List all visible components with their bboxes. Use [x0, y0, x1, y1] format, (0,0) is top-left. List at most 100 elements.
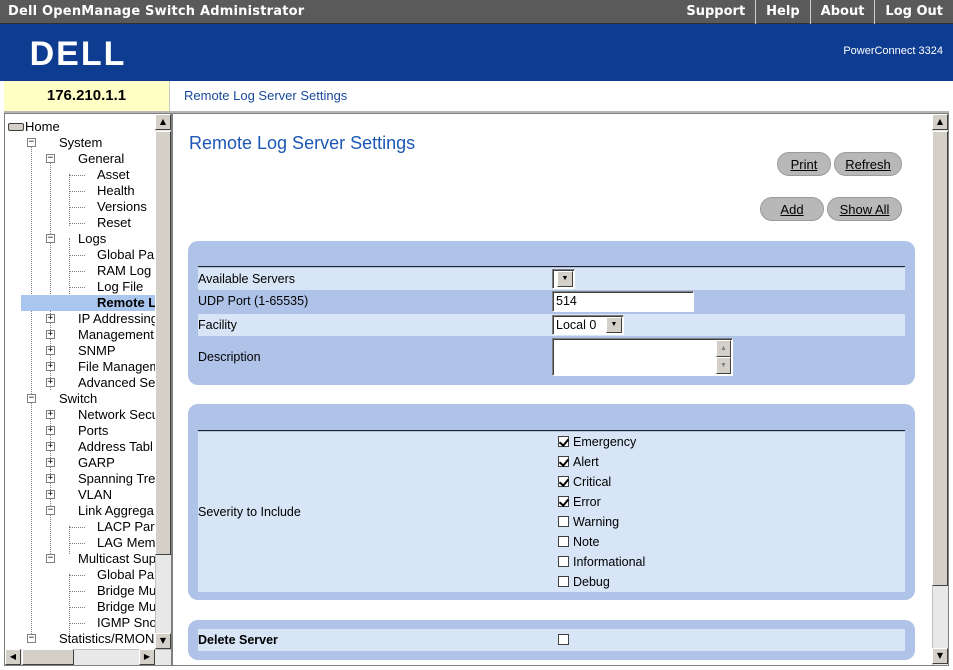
expand-icon[interactable]: +: [46, 378, 55, 387]
tree-item-label: IGMP Sno: [97, 615, 157, 630]
content-scroll-thumb[interactable]: [932, 131, 948, 586]
tree-vertical-scrollbar[interactable]: ▲ ▼: [155, 114, 171, 650]
expand-icon[interactable]: +: [46, 458, 55, 467]
tree-item[interactable]: Network Secu: [78, 407, 159, 423]
tree-item[interactable]: Address Tabl: [78, 439, 153, 455]
tree-item[interactable]: RAM Log: [97, 263, 151, 279]
facility-select[interactable]: Local 0 ▼: [552, 315, 624, 335]
facility-row: Facility Local 0 ▼: [198, 314, 905, 336]
expand-icon[interactable]: +: [46, 410, 55, 419]
tree-item[interactable]: VLAN: [78, 487, 112, 503]
delete-server-checkbox-wrap: [558, 630, 573, 650]
tree-item[interactable]: General: [78, 151, 124, 167]
tree-item-label: Advanced Se: [78, 375, 156, 390]
tree-item-label: Global Pa: [97, 247, 155, 262]
scroll-up-icon[interactable]: ▲: [932, 114, 948, 130]
tree-item[interactable]: Link Aggrega: [78, 503, 154, 519]
tree-item[interactable]: Advanced Se: [78, 375, 155, 391]
tree-item[interactable]: IP Addressing: [78, 311, 158, 327]
severity-checkbox[interactable]: [558, 456, 569, 468]
tree-item[interactable]: Multicast Sup: [78, 551, 156, 567]
expand-icon[interactable]: +: [46, 346, 55, 355]
collapse-icon[interactable]: −: [46, 506, 55, 515]
tree-item[interactable]: Reset: [97, 215, 131, 231]
delete-server-checkbox[interactable]: [558, 634, 569, 646]
expand-icon[interactable]: +: [46, 426, 55, 435]
tree-item[interactable]: Home: [8, 119, 60, 135]
tree-item[interactable]: Spanning Tre: [78, 471, 155, 487]
tree-item[interactable]: Global Pa: [97, 567, 154, 583]
severity-checkbox[interactable]: [558, 496, 569, 508]
expand-icon[interactable]: +: [46, 330, 55, 339]
severity-checkbox[interactable]: [558, 556, 569, 568]
tree-item[interactable]: File Managem: [78, 359, 160, 375]
udp-port-input[interactable]: 514: [552, 291, 694, 312]
tree-item[interactable]: Switch: [59, 391, 97, 407]
scroll-down-icon[interactable]: ▼: [716, 357, 731, 374]
severity-checkbox[interactable]: [558, 436, 569, 448]
severity-checkbox[interactable]: [558, 536, 569, 548]
expand-icon[interactable]: +: [46, 490, 55, 499]
tree-item[interactable]: Management: [78, 327, 154, 343]
tree-item[interactable]: Ports: [78, 423, 108, 439]
tree-item[interactable]: Asset: [97, 167, 130, 183]
description-input[interactable]: ▲ ▼: [552, 338, 733, 376]
tree-item[interactable]: Versions: [97, 199, 147, 215]
expand-icon[interactable]: +: [46, 474, 55, 483]
tree-connector: [69, 607, 85, 608]
collapse-icon[interactable]: −: [27, 138, 36, 147]
add-button[interactable]: Add: [760, 197, 824, 221]
scroll-up-icon[interactable]: ▲: [716, 340, 731, 357]
tree-connector: [69, 543, 85, 544]
tree-item[interactable]: Logs: [78, 231, 106, 247]
scroll-down-icon[interactable]: ▼: [155, 633, 171, 649]
scroll-up-icon[interactable]: ▲: [155, 114, 171, 130]
tree-item[interactable]: Health: [97, 183, 135, 199]
tree-item[interactable]: Bridge Mu: [97, 583, 156, 599]
delete-server-row: Delete Server: [198, 629, 905, 651]
severity-label: Severity to Include: [198, 505, 301, 519]
tree-item[interactable]: IGMP Sno: [97, 615, 157, 631]
refresh-button[interactable]: Refresh: [834, 152, 902, 176]
severity-checkbox[interactable]: [558, 576, 569, 588]
severity-checkbox[interactable]: [558, 516, 569, 528]
tree-hscroll-thumb[interactable]: [22, 649, 74, 665]
collapse-icon[interactable]: −: [27, 394, 36, 403]
tree-item[interactable]: System: [59, 135, 102, 151]
expand-icon[interactable]: +: [46, 362, 55, 371]
about-link[interactable]: About: [809, 0, 875, 24]
tree-item[interactable]: SNMP: [78, 343, 116, 359]
content-vertical-scrollbar[interactable]: ▲ ▼: [932, 114, 948, 665]
collapse-icon[interactable]: −: [46, 554, 55, 563]
expand-icon[interactable]: +: [46, 314, 55, 323]
tree-connector: [69, 591, 85, 592]
tree-item[interactable]: Statistics/RMON: [59, 631, 154, 647]
collapse-icon[interactable]: −: [46, 234, 55, 243]
collapse-icon[interactable]: −: [27, 634, 36, 643]
tree-item[interactable]: LAG Mem: [97, 535, 156, 551]
severity-checkbox[interactable]: [558, 476, 569, 488]
scroll-left-icon[interactable]: ◀: [5, 649, 21, 665]
log-out-link[interactable]: Log Out: [874, 0, 953, 24]
support-link[interactable]: Support: [676, 0, 755, 24]
tree-item[interactable]: Global Pa: [97, 247, 154, 263]
expand-icon[interactable]: +: [46, 442, 55, 451]
tree-item[interactable]: LACP Par: [97, 519, 155, 535]
tree-item[interactable]: GARP: [78, 455, 115, 471]
tree-scroll-thumb[interactable]: [155, 131, 171, 555]
print-button[interactable]: Print: [777, 152, 831, 176]
tree-item[interactable]: Log File: [97, 279, 143, 295]
breadcrumb: Remote Log Server Settings: [171, 81, 949, 111]
show-all-button[interactable]: Show All: [827, 197, 902, 221]
collapse-icon[interactable]: −: [46, 154, 55, 163]
severity-option: Error: [558, 492, 601, 512]
help-link[interactable]: Help: [755, 0, 809, 24]
tree-item[interactable]: Bridge Mu: [97, 599, 156, 615]
available-servers-select[interactable]: ▼: [552, 269, 575, 289]
severity-option: Emergency: [558, 432, 636, 452]
scroll-down-icon[interactable]: ▼: [932, 648, 948, 664]
tree-horizontal-scrollbar[interactable]: ◀ ▶: [5, 649, 171, 665]
tree-item-label: Logs: [78, 231, 107, 246]
scroll-right-icon[interactable]: ▶: [139, 649, 155, 665]
tree-item[interactable]: Remote L: [21, 295, 157, 311]
